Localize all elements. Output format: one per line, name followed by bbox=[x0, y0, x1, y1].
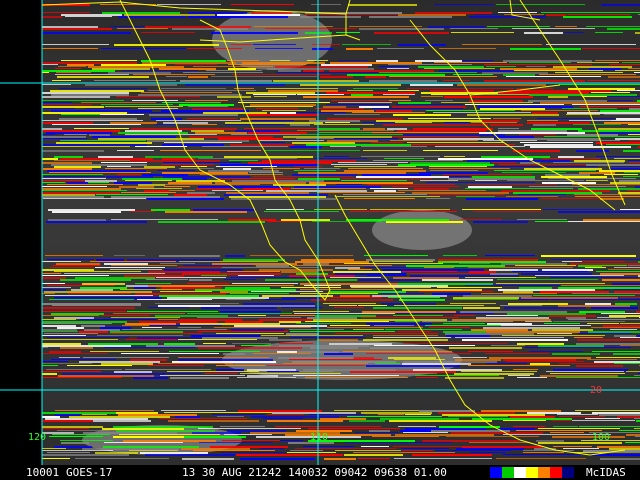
lat-lon-grid bbox=[0, 0, 640, 465]
color-swatch bbox=[538, 467, 550, 478]
lon-label-mid: 110 bbox=[310, 432, 328, 443]
map-overlay: 20 120 110 100 bbox=[0, 0, 640, 465]
color-swatch bbox=[490, 467, 502, 478]
satellite-name: GOES-17 bbox=[66, 466, 113, 479]
gulf-coast bbox=[519, 0, 626, 206]
mcidas-brand: McIDAS bbox=[586, 466, 626, 479]
lon-label-right: 100 bbox=[592, 432, 610, 443]
lat-label-20: 20 bbox=[590, 385, 602, 396]
image-time-fields: 13 30 AUG 21242 140032 09042 09638 01.00 bbox=[182, 466, 447, 479]
color-enhancement-swatches bbox=[490, 467, 574, 478]
us-mexico-border bbox=[41, 1, 361, 43]
lon-label-left: 120 bbox=[28, 432, 46, 443]
color-swatch bbox=[514, 467, 526, 478]
state-border bbox=[345, 0, 561, 96]
coastline-outline bbox=[41, 0, 626, 456]
frame-number: 10001 bbox=[26, 466, 60, 479]
color-swatch bbox=[550, 467, 562, 478]
color-swatch bbox=[526, 467, 538, 478]
color-swatch bbox=[562, 467, 574, 478]
color-swatch bbox=[502, 467, 514, 478]
satellite-image-viewer: 20 120 110 100 bbox=[0, 0, 640, 480]
baja-california-outline bbox=[119, 0, 331, 301]
mcidas-status-bar: 10001 GOES-17 13 30 AUG 21242 140032 090… bbox=[0, 465, 640, 480]
